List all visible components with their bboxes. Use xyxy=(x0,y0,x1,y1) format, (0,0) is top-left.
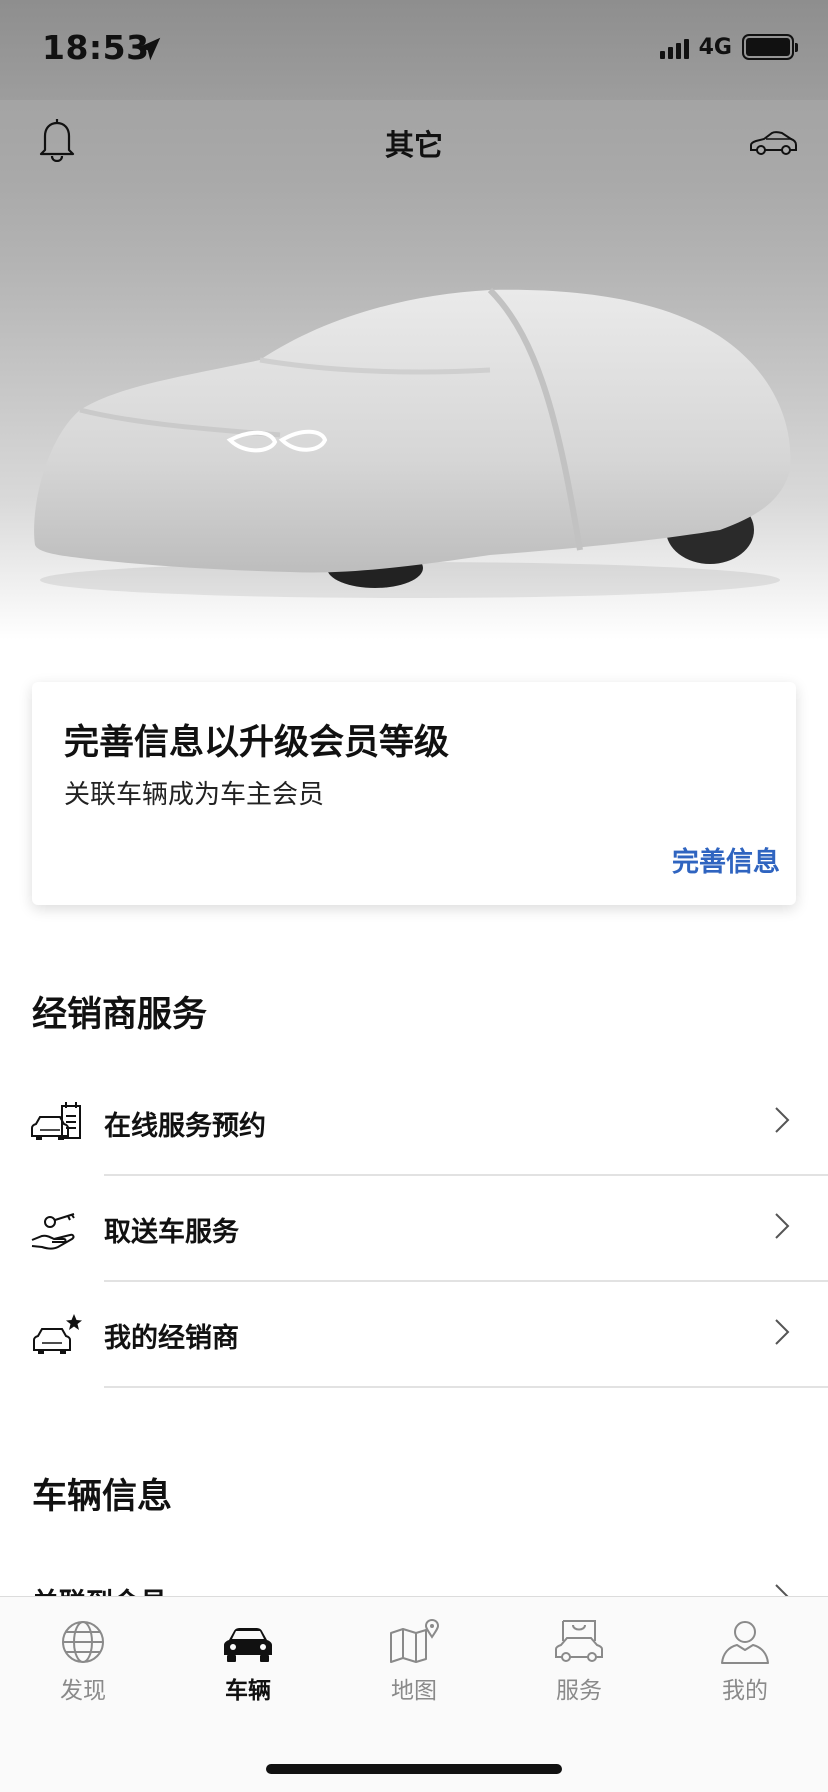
list-item-my-dealer[interactable]: 我的经销商 xyxy=(0,1282,828,1388)
person-icon xyxy=(721,1621,769,1664)
status-indicators: 4G xyxy=(659,34,798,60)
car-side-icon[interactable] xyxy=(748,128,798,158)
tab-discover[interactable]: 发现 xyxy=(23,1619,143,1709)
card-subtitle: 关联车辆成为车主会员 xyxy=(64,780,325,810)
nav-bar: 其它 xyxy=(0,100,828,184)
location-arrow-icon xyxy=(137,37,161,61)
list-item-pickup-delivery[interactable]: 取送车服务 xyxy=(0,1176,828,1282)
hand-key-icon xyxy=(31,1213,75,1250)
tab-profile[interactable]: 我的 xyxy=(685,1619,805,1709)
tab-services[interactable]: 服务 xyxy=(519,1619,639,1709)
tab-bar: 发现 车辆 地图 服务 我的 xyxy=(0,1596,828,1792)
car-star-icon xyxy=(33,1314,82,1354)
member-upgrade-card: 完善信息以升级会员等级 关联车辆成为车主会员 完善信息 xyxy=(32,682,796,905)
globe-icon xyxy=(62,1621,104,1663)
card-title: 完善信息以升级会员等级 xyxy=(64,723,450,763)
chevron-right-icon xyxy=(775,1584,789,1596)
chevron-right-icon xyxy=(775,1319,790,1345)
shopping-car-icon xyxy=(555,1620,603,1662)
chevron-right-icon xyxy=(775,1107,790,1133)
map-pin-icon xyxy=(390,1619,440,1663)
tab-label: 地图 xyxy=(391,1678,437,1704)
home-indicator xyxy=(266,1764,562,1774)
tab-label: 发现 xyxy=(60,1678,106,1704)
row-label: 关联到会员 xyxy=(32,1581,167,1596)
tab-map[interactable]: 地图 xyxy=(354,1619,474,1709)
complete-info-link[interactable]: 完善信息 xyxy=(672,840,780,879)
tab-label: 我的 xyxy=(722,1678,768,1704)
covered-car-image xyxy=(34,287,791,598)
dealer-section-title: 经销商服务 xyxy=(32,995,208,1035)
vehicle-section-title: 车辆信息 xyxy=(32,1477,173,1517)
car-front-icon xyxy=(224,1628,272,1662)
network-type: 4G xyxy=(698,34,732,60)
divider xyxy=(104,1386,828,1388)
car-calendar-icon xyxy=(31,1102,81,1140)
status-bar: 18:53 4G xyxy=(0,0,828,100)
row-label: 我的经销商 xyxy=(104,1323,239,1354)
battery-icon xyxy=(742,34,798,60)
chevron-right-icon xyxy=(775,1213,790,1239)
row-label: 取送车服务 xyxy=(104,1217,239,1248)
signal-icon xyxy=(659,35,689,59)
list-item-link-member[interactable]: 关联到会员 xyxy=(0,1555,828,1596)
row-label: 在线服务预约 xyxy=(104,1111,266,1142)
tab-label: 服务 xyxy=(556,1678,602,1704)
page-title: 其它 xyxy=(384,128,443,162)
list-item-online-booking[interactable]: 在线服务预约 xyxy=(0,1070,828,1176)
tab-vehicle[interactable]: 车辆 xyxy=(188,1619,308,1709)
tab-label: 车辆 xyxy=(225,1678,271,1704)
